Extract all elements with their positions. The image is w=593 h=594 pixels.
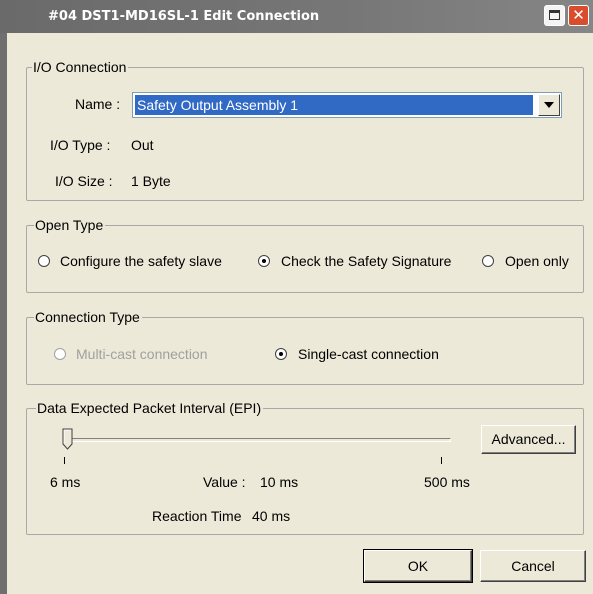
- radio-open-only[interactable]: [482, 255, 494, 267]
- radio-check-safety-signature[interactable]: [258, 255, 270, 267]
- name-select[interactable]: Safety Output Assembly 1: [132, 92, 562, 118]
- epi-max-tick: [441, 457, 442, 464]
- window-left-edge: [0, 33, 7, 594]
- io-size-label: I/O Size :: [55, 173, 113, 189]
- close-icon[interactable]: ✕: [568, 5, 589, 26]
- epi-max-label: 500 ms: [424, 474, 470, 490]
- name-select-value: Safety Output Assembly 1: [135, 95, 533, 115]
- ok-button-label: OK: [407, 558, 429, 574]
- advanced-button-label: Advanced...: [491, 431, 566, 447]
- open-type-legend: Open Type: [34, 217, 106, 233]
- epi-value-label: Value :: [203, 474, 246, 490]
- radio-multi-cast-label: Multi-cast connection: [76, 346, 208, 362]
- title-bar[interactable]: #04 DST1-MD16SL-1 Edit Connection ✕: [0, 0, 593, 33]
- reaction-time-value: 40 ms: [252, 508, 291, 524]
- ok-button[interactable]: OK: [363, 549, 473, 583]
- radio-configure-safety-slave[interactable]: [38, 255, 50, 267]
- io-type-label: I/O Type :: [50, 137, 111, 153]
- chevron-down-icon[interactable]: [538, 94, 560, 116]
- radio-single-cast-label[interactable]: Single-cast connection: [298, 346, 439, 362]
- radio-single-cast[interactable]: [275, 348, 287, 360]
- epi-value: 10 ms: [260, 474, 299, 490]
- advanced-button[interactable]: Advanced...: [481, 425, 576, 454]
- cancel-button[interactable]: Cancel: [480, 550, 586, 582]
- io-size-value: 1 Byte: [131, 173, 171, 189]
- epi-min-label: 6 ms: [50, 474, 81, 490]
- connection-type-legend: Connection Type: [34, 309, 142, 325]
- reaction-time-label: Reaction Time: [152, 508, 242, 524]
- epi-legend: Data Expected Packet Interval (EPI): [36, 400, 264, 416]
- epi-slider-track[interactable]: [63, 438, 451, 442]
- radio-open-only-label[interactable]: Open only: [505, 253, 569, 269]
- io-connection-legend: I/O Connection: [32, 59, 129, 75]
- radio-multi-cast: [54, 348, 66, 360]
- name-label: Name :: [75, 96, 121, 112]
- epi-min-tick: [64, 457, 65, 464]
- radio-configure-safety-slave-label[interactable]: Configure the safety slave: [60, 253, 222, 269]
- window-title: #04 DST1-MD16SL-1 Edit Connection: [48, 9, 320, 24]
- cancel-button-label: Cancel: [511, 558, 555, 574]
- radio-check-safety-signature-label[interactable]: Check the Safety Signature: [281, 253, 451, 269]
- io-type-value: Out: [131, 137, 154, 153]
- edit-connection-dialog: #04 DST1-MD16SL-1 Edit Connection ✕ I/O …: [0, 0, 593, 594]
- epi-slider-thumb[interactable]: [62, 428, 73, 450]
- maximize-icon[interactable]: [544, 5, 565, 26]
